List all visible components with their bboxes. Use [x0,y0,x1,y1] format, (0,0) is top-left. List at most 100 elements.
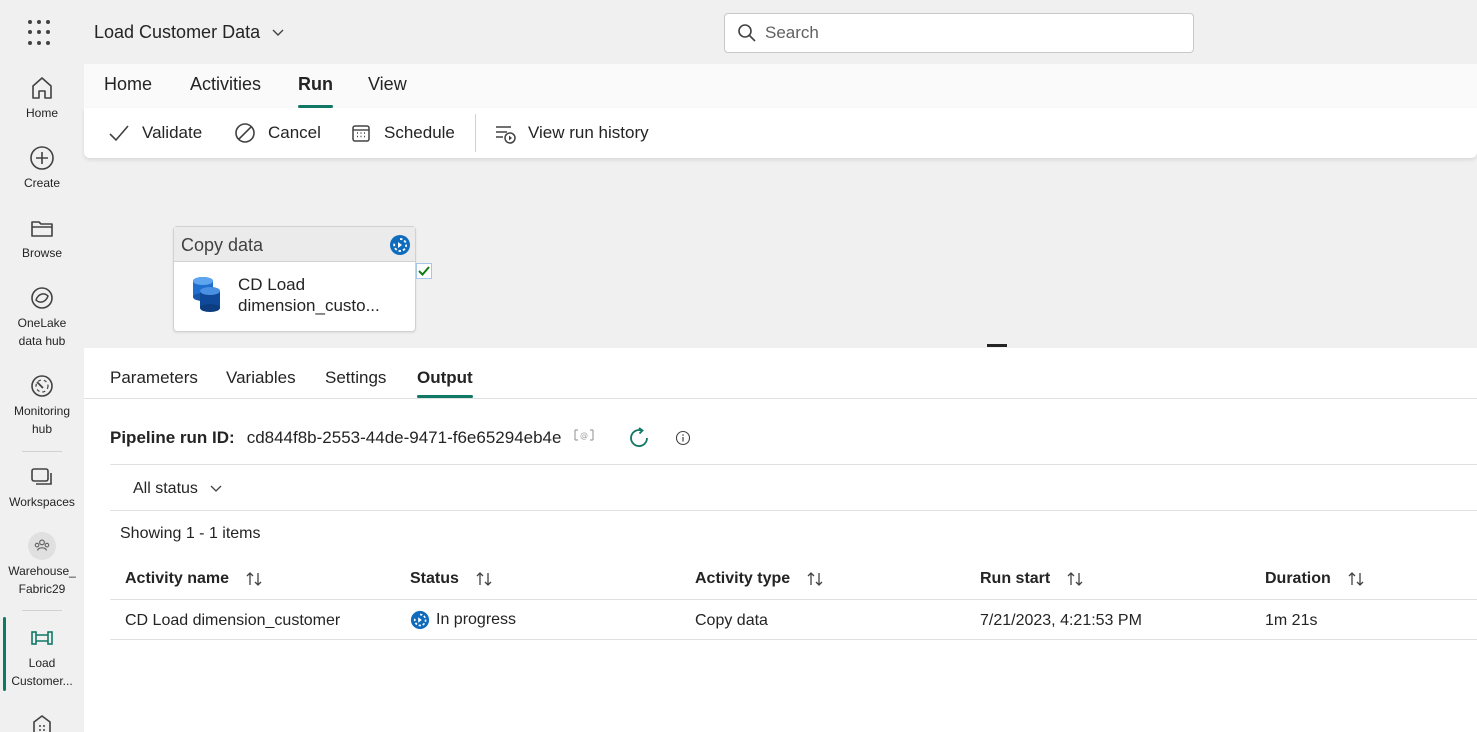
filter-bar: All status [110,464,1477,511]
items-count: Showing 1 - 1 items [120,525,261,542]
run-id-value: cd844f8b-2553-44de-9471-f6e65294eb4e [246,428,562,447]
rail-item-browse[interactable]: Browse [0,214,84,262]
home-icon [28,74,56,102]
tab-activities[interactable]: Activities [190,74,261,95]
status-filter-label: All status [133,480,198,497]
search-placeholder: Search [765,23,819,42]
rail-item-workspaces[interactable]: Workspaces [0,463,84,511]
rail-divider [22,610,62,611]
column-header-activity-type[interactable]: Activity type [695,570,824,588]
view-run-history-label: View run history [528,123,649,142]
column-label: Duration [1265,570,1331,587]
folder-icon [28,214,56,242]
table-header: Activity name Status Activity type Run s… [110,560,1477,600]
tab-home[interactable]: Home [104,74,152,95]
activity-header: Copy data [174,227,415,262]
copy-data-activity[interactable]: Copy data CD Load dimension_custo... [173,226,416,332]
refresh-icon[interactable] [627,426,651,450]
rail-label: Monitoring hub [13,404,71,436]
activity-type: Copy data [181,235,264,255]
rail-item-create[interactable]: Create [0,144,84,192]
cell-activity-name[interactable]: CD Load dimension_customer [125,612,340,630]
properties-panel: Parameters Variables Settings Output Pip… [84,348,1477,732]
cancel-icon [235,123,255,143]
checkmark-icon [109,125,129,142]
rail-divider [22,451,62,452]
validate-label: Validate [142,123,203,142]
column-header-duration[interactable]: Duration [1265,570,1365,588]
column-header-activity-name[interactable]: Activity name [125,570,263,588]
app-launcher-icon[interactable] [28,20,54,46]
sort-icon [1067,572,1083,586]
cell-run-start: 7/21/2023, 4:21:53 PM [980,612,1142,629]
rail-item-load-customer[interactable]: Load Customer... [0,624,84,690]
tab-variables[interactable]: Variables [226,368,296,388]
cancel-label: Cancel [268,123,321,142]
left-rail: Home Create Browse OneLake data hub Moni… [0,0,84,732]
status-text: In progress [436,611,517,628]
status-filter-dropdown[interactable]: All status [133,480,222,498]
column-header-status[interactable]: Status [410,570,493,588]
plus-circle-icon [28,144,56,172]
document-title-dropdown[interactable]: Load Customer Data [94,22,284,43]
tab-parameters[interactable]: Parameters [110,368,198,388]
top-bar: Load Customer Data Search [84,0,1477,64]
column-label: Activity name [125,570,230,587]
rail-item-onelake[interactable]: OneLake data hub [0,284,84,350]
tab-settings[interactable]: Settings [325,368,386,388]
validate-button[interactable]: Validate [108,122,202,144]
sort-icon [807,572,823,586]
sort-icon [1348,572,1364,586]
rail-item-home[interactable]: Home [0,74,84,122]
rail-item-warehouse-fabric29[interactable]: Warehouse_ Fabric29 [0,532,84,598]
activity-runs-table: Activity name Status Activity type Run s… [110,560,1477,640]
workspaces-icon [28,463,56,491]
menu-tabs: Home Activities Run View [84,64,1477,108]
activity-name-line1: CD Load [238,275,306,294]
tab-run[interactable]: Run [298,74,333,108]
chevron-down-icon [272,29,284,36]
tab-output[interactable]: Output [417,368,473,398]
activity-name-line2: dimension_custo... [238,296,380,315]
pipeline-icon [28,624,56,652]
tabs-divider [84,398,1477,399]
schedule-button[interactable]: Schedule [350,122,455,144]
tab-view[interactable]: View [368,74,407,95]
rail-item-more[interactable] [0,710,84,732]
chevron-down-icon [210,485,222,492]
cell-duration: 1m 21s [1265,612,1318,629]
copy-icon[interactable]: @ [573,428,595,448]
rail-label: Load Customer... [11,656,73,688]
success-output-checkbox[interactable] [416,263,432,279]
rail-label: Create [23,176,61,190]
onelake-icon [28,284,56,312]
info-icon[interactable] [675,430,691,446]
building-icon [28,710,56,732]
document-title: Load Customer Data [94,22,261,42]
search-box[interactable]: Search [724,13,1194,53]
sort-icon [476,572,492,586]
toolbar-divider [475,114,476,152]
pipeline-canvas[interactable]: Copy data CD Load dimension_custo... [84,166,1477,347]
view-run-history-button[interactable]: View run history [494,122,649,144]
column-header-run-start[interactable]: Run start [980,570,1084,588]
rail-label: Warehouse_ Fabric29 [8,564,76,596]
cell-activity-type: Copy data [695,612,768,629]
run-history-icon [496,126,516,144]
sort-icon [246,572,262,586]
table-row[interactable]: CD Load dimension_customer In progress C… [110,600,1477,640]
checkmark-icon [418,266,430,276]
search-icon [738,24,756,42]
panel-resize-handle[interactable] [987,344,1007,347]
database-copy-icon [193,277,220,312]
column-label: Run start [980,570,1051,587]
rail-label: OneLake data hub [17,316,67,348]
in-progress-icon [410,610,430,630]
column-label: Status [410,570,459,587]
column-label: Activity type [695,570,791,587]
svg-text:@: @ [580,431,588,440]
cancel-button[interactable]: Cancel [234,122,321,144]
rail-label: Workspaces [9,495,75,509]
rail-item-monitoring[interactable]: Monitoring hub [0,372,84,438]
rail-label: Home [25,106,58,120]
